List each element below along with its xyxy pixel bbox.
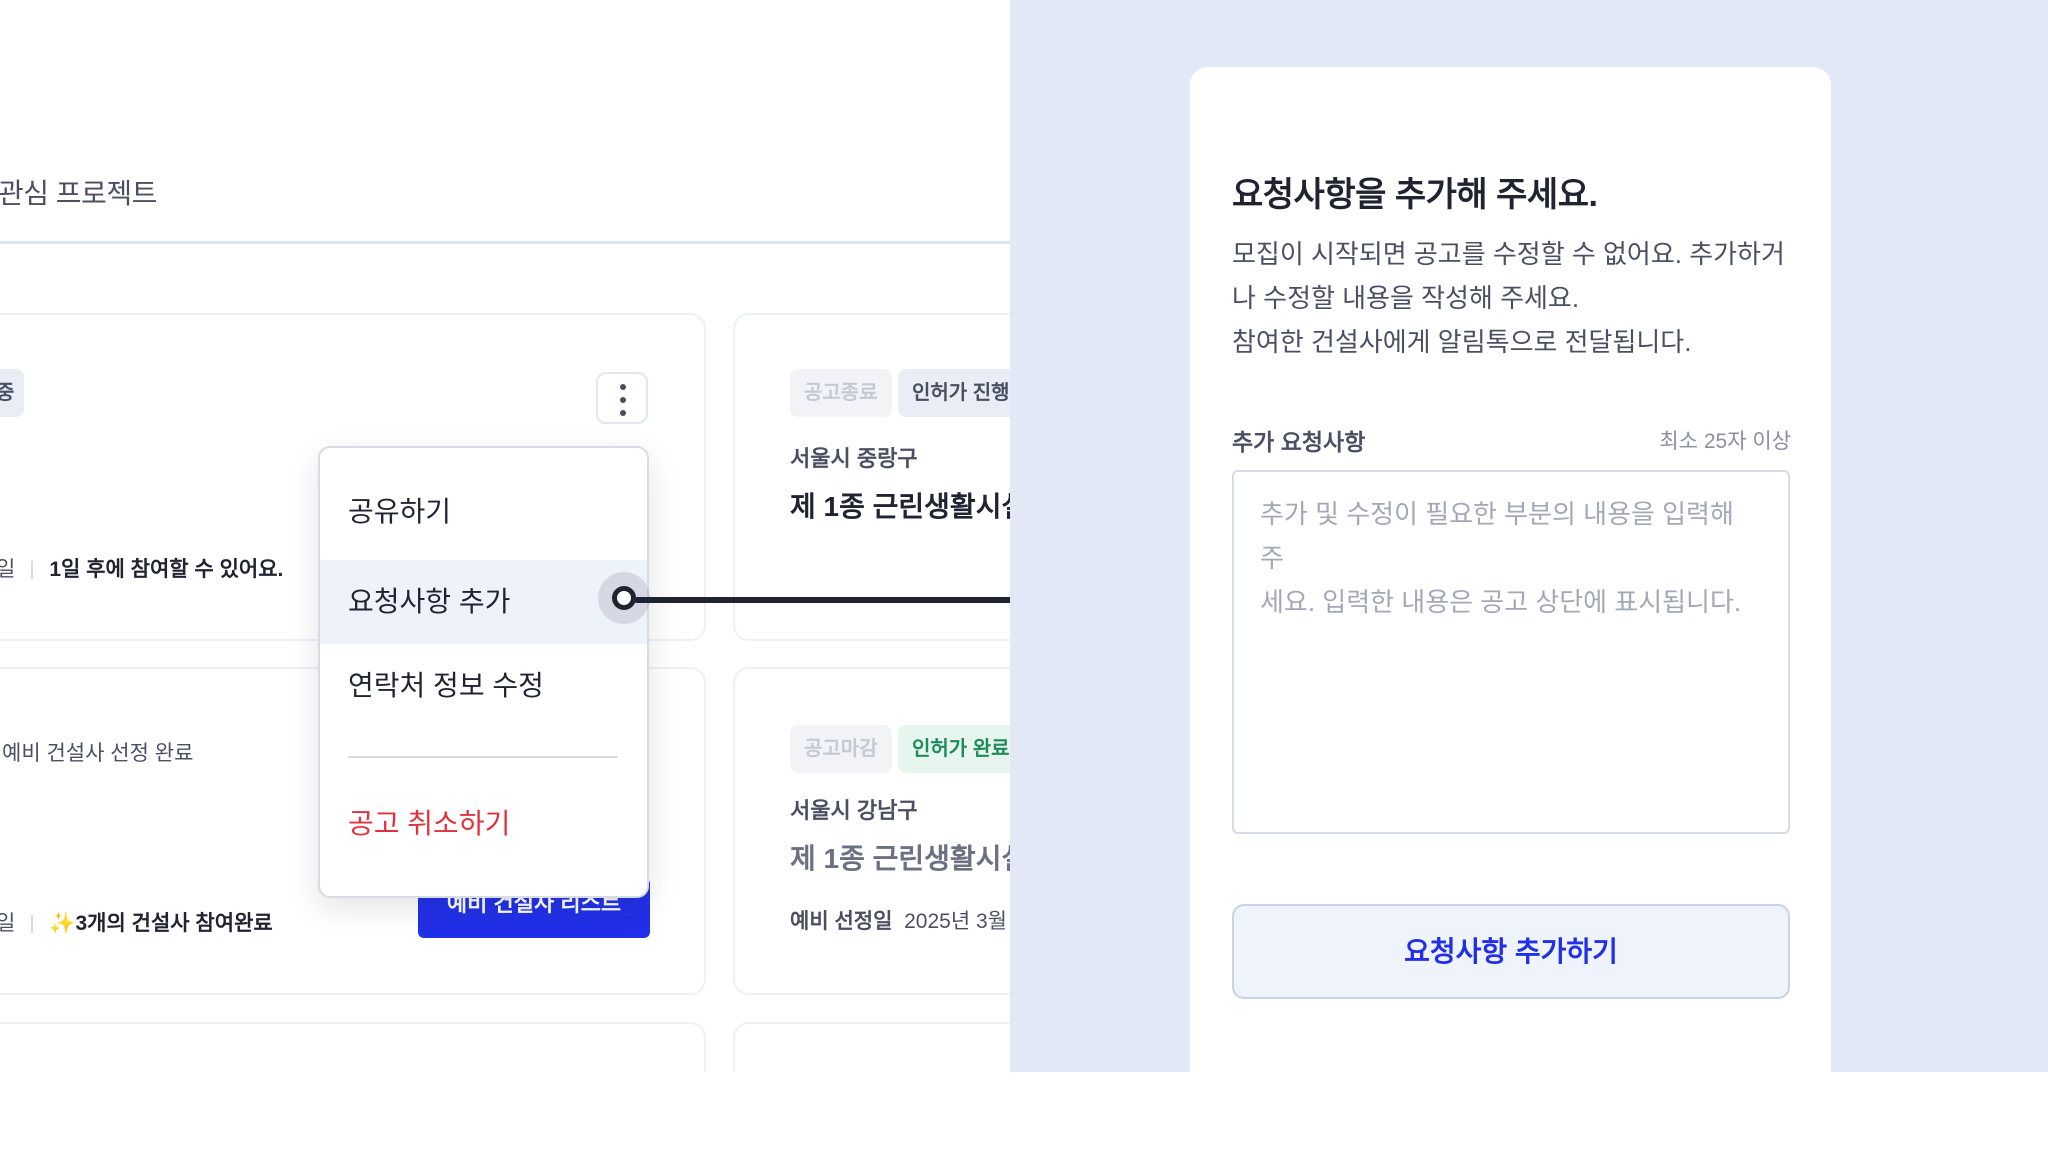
project-info: 일 ✨3개의 건설사 참여완료 [0, 907, 273, 937]
tab-interest-projects[interactable]: 관심 프로젝트 [0, 172, 157, 212]
date-label: 예비 선정일 [790, 910, 893, 933]
project-card[interactable] [733, 1022, 1010, 1072]
modal-desc-line: 모집이 시작되면 공고를 수정할 수 없어요. 추가하거 [1232, 239, 1785, 269]
status-badge: 중 [0, 369, 25, 417]
cursor-dot [612, 586, 636, 610]
kebab-menu-icon[interactable] [596, 372, 648, 424]
project-title: 제 1종 근린생활시설, [790, 491, 1010, 522]
selection-date: 예비 선정일 2025년 3월 1 [790, 905, 1010, 935]
info-partial: 일 [0, 912, 16, 935]
permit-badge: 인허가 진행중 [898, 369, 1010, 417]
request-textarea[interactable]: 추가 및 수정이 필요한 부분의 내용을 입력해 주 세요. 입력한 내용은 공… [1232, 470, 1790, 834]
menu-item-cancel-notice[interactable]: 공고 취소하기 [320, 782, 647, 866]
project-card[interactable]: 공고종료 인허가 진행중 서울시 중랑구 제 1종 근린생활시설, [733, 313, 1010, 641]
status-badge: 공고마감 [790, 725, 892, 773]
participation-count: ✨3개의 건설사 참여완료 [49, 912, 273, 935]
project-card[interactable] [0, 1022, 706, 1072]
field-label: 추가 요청사항 [1232, 429, 1366, 455]
field-hint: 최소 25자 이상 [1659, 430, 1791, 453]
project-title: 제 1종 근린생활시설, [790, 843, 1010, 874]
modal-title: 요청사항을 추가해 주세요. [1232, 176, 1598, 214]
participation-notice: 1일 후에 참여할 수 있어요. [49, 558, 284, 581]
project-card[interactable]: 공고마감 인허가 완료 서울시 강남구 제 1종 근린생활시설, 예비 선정일 … [733, 667, 1010, 995]
tab-divider [0, 241, 1010, 244]
modal-desc-line: 참여한 건설사에게 알림톡으로 전달됩니다. [1232, 327, 1692, 357]
project-list-panel: 관심 프로젝트 중 일 1일 후에 참여할 수 있어요. 공고종료 인허가 진행중… [0, 0, 1010, 1072]
request-panel: 요청사항을 추가해 주세요. 모집이 시작되면 공고를 수정할 수 없어요. 추… [1010, 0, 2048, 1167]
selection-status: 예비 건설사 선정 완료 [2, 742, 194, 765]
menu-item-share[interactable]: 공유하기 [320, 470, 647, 554]
add-request-button[interactable]: 요청사항 추가하기 [1232, 904, 1790, 999]
project-location: 서울시 강남구 [790, 798, 918, 823]
placeholder-line: 추가 및 수정이 필요한 부분의 내용을 입력해 주 [1260, 499, 1734, 573]
status-badge: 공고종료 [790, 369, 892, 417]
project-location: 서울시 중랑구 [790, 446, 918, 471]
info-partial: 일 [0, 558, 16, 581]
date-value: 2025년 3월 1 [904, 910, 1010, 933]
placeholder-line: 세요. 입력한 내용은 공고 상단에 표시됩니다. [1260, 587, 1742, 617]
context-menu: 공유하기 요청사항 추가 연락처 정보 수정 공고 취소하기 [318, 446, 649, 898]
project-info: 일 1일 후에 참여할 수 있어요. [0, 553, 283, 583]
menu-item-edit-contact[interactable]: 연락처 정보 수정 [320, 644, 647, 728]
menu-divider [348, 756, 618, 758]
request-modal: 요청사항을 추가해 주세요. 모집이 시작되면 공고를 수정할 수 없어요. 추… [1190, 67, 1831, 1167]
modal-desc-line: 나 수정할 내용을 작성해 주세요. [1232, 283, 1580, 313]
permit-badge: 인허가 완료 [898, 725, 1010, 773]
